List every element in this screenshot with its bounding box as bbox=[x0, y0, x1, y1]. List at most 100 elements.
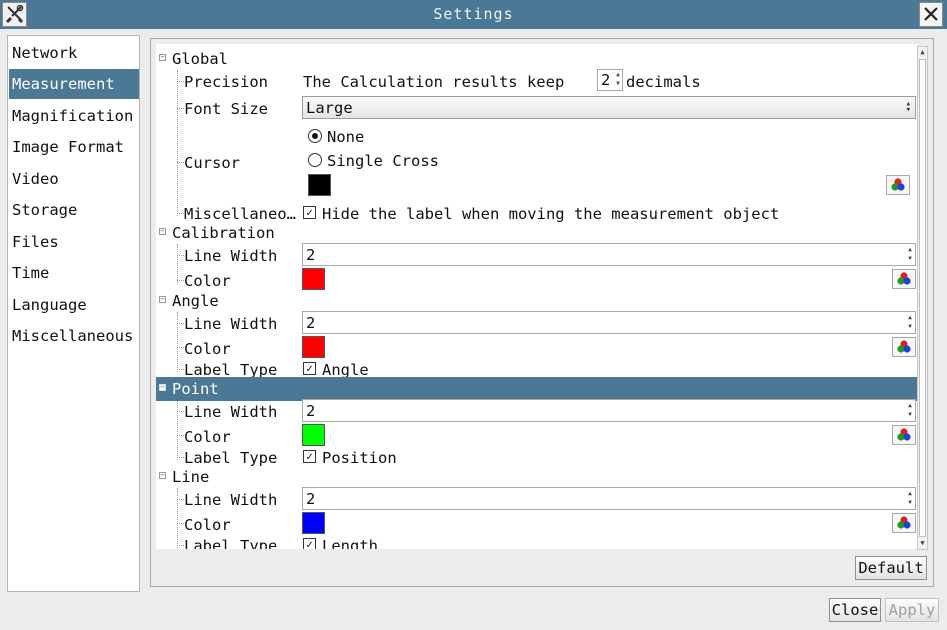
nav-item-image-format[interactable]: Image Format bbox=[9, 132, 139, 162]
color-palette-icon bbox=[897, 428, 911, 441]
scrollbar-thumb[interactable] bbox=[919, 59, 926, 537]
point-color-swatch bbox=[302, 424, 325, 446]
line-line-width-label: Line Width bbox=[184, 491, 278, 509]
tree-node-line[interactable]: − Line bbox=[156, 465, 918, 489]
line-color-picker-button[interactable] bbox=[892, 513, 916, 533]
collapse-icon[interactable]: − bbox=[159, 296, 166, 303]
nav-item-language[interactable]: Language bbox=[9, 290, 139, 320]
point-line-width-spinbox[interactable]: 2 ▲ ▼ bbox=[302, 399, 916, 422]
spin-arrows-icon[interactable]: ▲ ▼ bbox=[906, 313, 914, 332]
color-palette-icon bbox=[897, 340, 911, 353]
tree-connector bbox=[177, 213, 184, 214]
tree-connector bbox=[177, 435, 184, 436]
calibration-line-width-label: Line Width bbox=[184, 247, 278, 265]
tree-connector bbox=[177, 369, 184, 370]
collapse-icon[interactable]: − bbox=[159, 54, 166, 61]
cursor-color-swatch bbox=[308, 174, 331, 196]
tree-connector bbox=[177, 244, 178, 284]
line-label-type-label: Label Type bbox=[184, 537, 278, 549]
node-label: Line bbox=[172, 468, 210, 486]
tree-connector bbox=[177, 323, 184, 324]
line-label-type-checkbox[interactable]: ✓ bbox=[303, 538, 316, 549]
cursor-color-picker-button[interactable] bbox=[886, 175, 910, 195]
collapse-icon[interactable]: − bbox=[159, 472, 166, 479]
window-title: Settings bbox=[433, 5, 514, 23]
spin-arrows-icon[interactable]: ▲ ▼ bbox=[906, 489, 914, 508]
angle-label-type-checkbox[interactable]: ✓ bbox=[303, 362, 316, 375]
settings-tree: − Global Precision The Calculation resul… bbox=[156, 44, 918, 549]
tree-connector bbox=[177, 488, 178, 549]
calibration-color-label: Color bbox=[184, 272, 231, 290]
nav-item-measurement[interactable]: Measurement bbox=[9, 69, 139, 99]
tree-connector bbox=[177, 108, 184, 109]
nav-item-storage[interactable]: Storage bbox=[9, 195, 139, 225]
point-line-width-label: Line Width bbox=[184, 403, 278, 421]
spin-arrows-icon[interactable]: ▲ ▼ bbox=[906, 245, 914, 264]
node-label: Global bbox=[172, 50, 228, 68]
tree-connector bbox=[177, 400, 178, 460]
nav-item-miscellaneous[interactable]: Miscellaneous bbox=[9, 321, 139, 351]
collapse-icon[interactable]: − bbox=[159, 384, 166, 391]
point-color-label: Color bbox=[184, 428, 231, 446]
precision-suffix: decimals bbox=[626, 73, 701, 91]
node-label: Point bbox=[172, 380, 219, 398]
color-palette-icon bbox=[897, 272, 911, 285]
line-color-swatch bbox=[302, 512, 325, 534]
tree-connector bbox=[177, 457, 184, 458]
hide-label-checkbox[interactable]: ✓ bbox=[303, 206, 316, 219]
nav-item-video[interactable]: Video bbox=[9, 164, 139, 194]
tree-connector bbox=[177, 70, 178, 216]
cursor-none-label[interactable]: None bbox=[327, 128, 364, 146]
nav-item-time[interactable]: Time bbox=[9, 258, 139, 288]
node-label: Calibration bbox=[172, 224, 275, 242]
apply-button[interactable]: Apply bbox=[885, 598, 939, 622]
settings-nav: Network Measurement Magnification Image … bbox=[7, 35, 140, 592]
calibration-color-swatch bbox=[302, 268, 325, 290]
calibration-line-width-spinbox[interactable]: 2 ▲ ▼ bbox=[302, 243, 916, 266]
tree-connector bbox=[177, 523, 184, 524]
collapse-icon[interactable]: − bbox=[159, 228, 166, 235]
node-label: Angle bbox=[172, 292, 219, 310]
scroll-up-icon[interactable]: ▲ bbox=[918, 48, 927, 57]
tree-node-calibration[interactable]: − Calibration bbox=[156, 221, 918, 245]
spin-arrows-icon[interactable]: ▲ ▼ bbox=[906, 401, 914, 420]
font-size-value: Large bbox=[306, 99, 353, 117]
angle-color-label: Color bbox=[184, 340, 231, 358]
nav-item-files[interactable]: Files bbox=[9, 227, 139, 257]
line-width-value: 2 bbox=[306, 314, 316, 332]
tree-connector bbox=[177, 411, 184, 412]
tree-connector bbox=[177, 81, 184, 82]
line-width-value: 2 bbox=[306, 246, 316, 264]
font-size-select[interactable]: Large ▴ ▾ bbox=[302, 96, 916, 119]
scroll-down-icon[interactable]: ▼ bbox=[918, 539, 927, 548]
tree-connector bbox=[177, 312, 178, 372]
tree-node-global[interactable]: − Global bbox=[156, 47, 918, 71]
precision-value: 2 bbox=[601, 71, 611, 89]
tree-node-angle[interactable]: − Angle bbox=[156, 289, 918, 313]
precision-spinbox[interactable]: 2 ▲ ▼ bbox=[597, 69, 623, 91]
calibration-color-picker-button[interactable] bbox=[892, 269, 916, 289]
point-label-type-checkbox[interactable]: ✓ bbox=[303, 450, 316, 463]
angle-line-width-spinbox[interactable]: 2 ▲ ▼ bbox=[302, 311, 916, 334]
cursor-label: Cursor bbox=[184, 154, 240, 172]
point-color-picker-button[interactable] bbox=[892, 425, 916, 445]
combo-arrows-icon: ▴ ▾ bbox=[905, 99, 911, 115]
cursor-single-cross-radio[interactable] bbox=[308, 153, 322, 167]
default-button[interactable]: Default bbox=[855, 556, 927, 580]
nav-item-magnification[interactable]: Magnification bbox=[9, 101, 139, 131]
cursor-single-cross-label[interactable]: Single Cross bbox=[327, 152, 439, 170]
cursor-none-radio[interactable] bbox=[308, 129, 322, 143]
line-label-type-text[interactable]: Length bbox=[322, 537, 378, 549]
tree-connector bbox=[177, 280, 184, 281]
tree-scrollbar[interactable]: ▲ ▼ bbox=[917, 46, 928, 550]
color-palette-icon bbox=[891, 178, 905, 191]
close-button[interactable]: Close bbox=[829, 598, 881, 622]
line-width-value: 2 bbox=[306, 490, 316, 508]
close-icon[interactable] bbox=[919, 2, 943, 27]
tree-connector bbox=[177, 162, 184, 163]
tree-node-point[interactable]: − Point bbox=[156, 377, 918, 401]
nav-item-network[interactable]: Network bbox=[9, 38, 139, 68]
line-line-width-spinbox[interactable]: 2 ▲ ▼ bbox=[302, 487, 916, 510]
spin-arrows-icon[interactable]: ▲ ▼ bbox=[614, 70, 622, 90]
angle-color-picker-button[interactable] bbox=[892, 337, 916, 357]
